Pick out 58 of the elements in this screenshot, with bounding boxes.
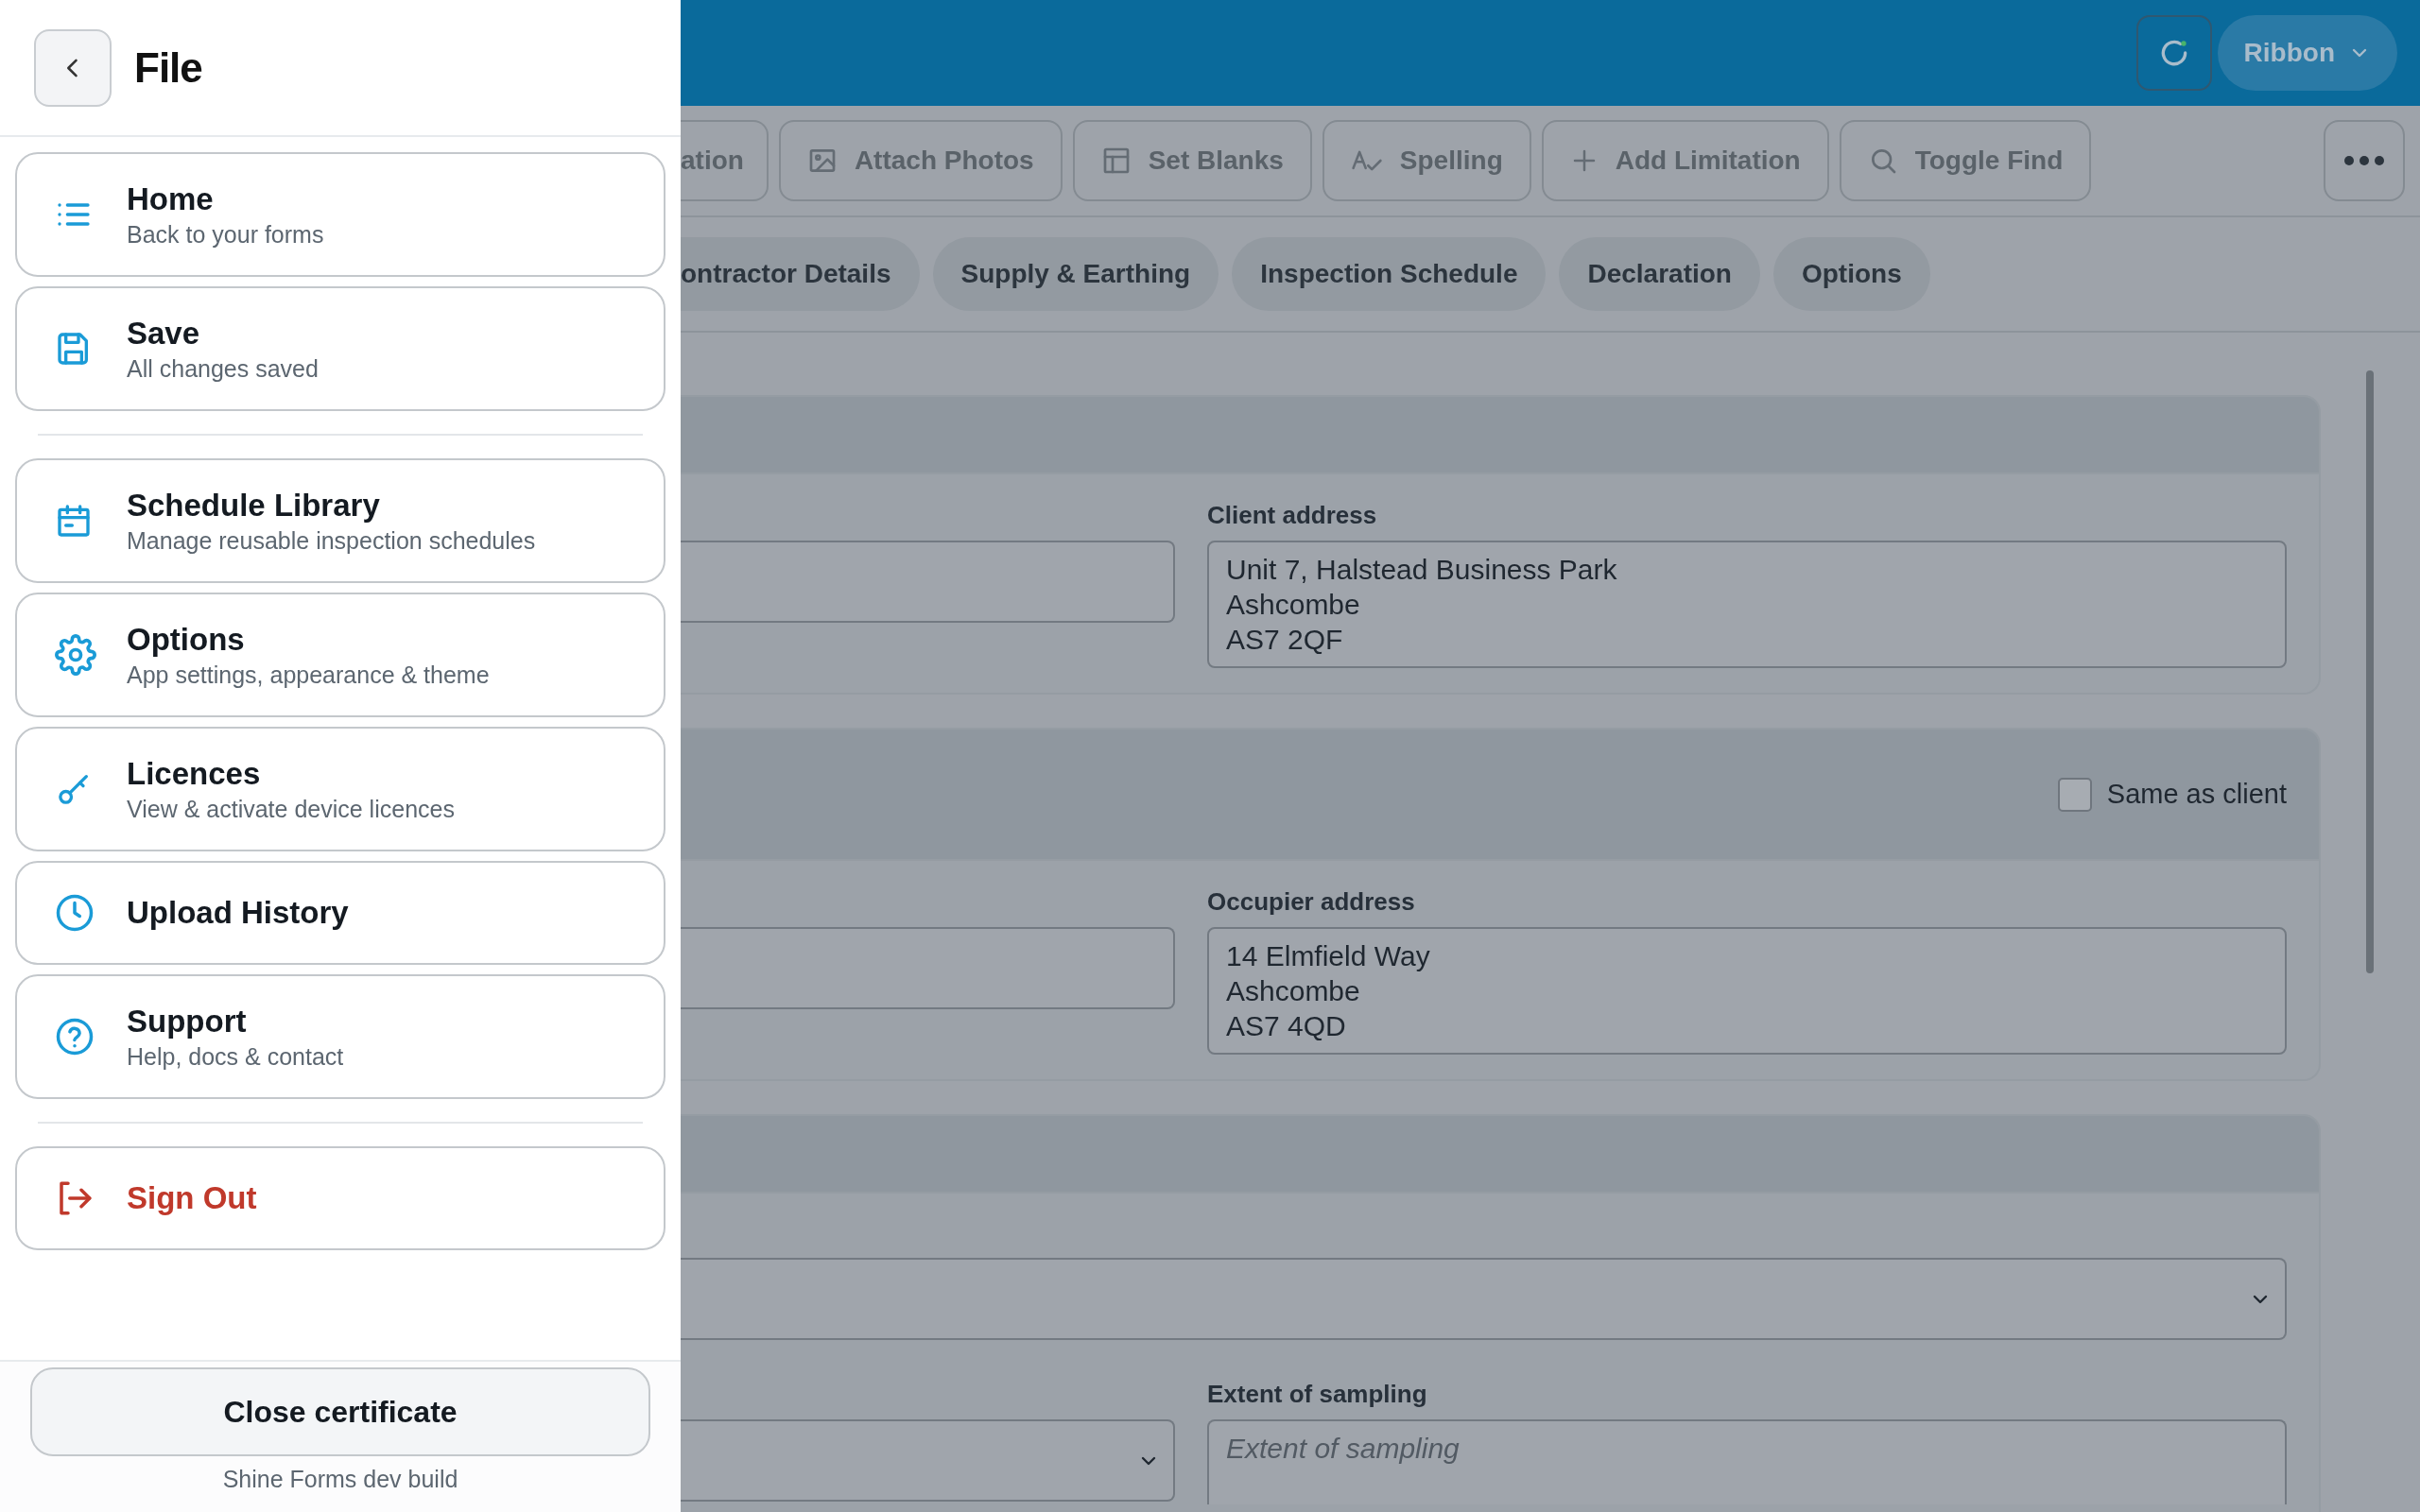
field-label: Occupier address [1207,887,1416,918]
settings-icon [55,634,96,676]
item-title: Schedule Library [127,487,381,524]
toolbar-button[interactable]: ation [681,120,769,201]
text-area[interactable]: Unit 7, Halstead Business Park Ashcombe AS7 2QF [1207,541,2287,668]
menu-item[interactable]: Schedule Library Manage reusable inspection schedules [15,458,666,583]
help-icon [55,1017,95,1057]
section-tab[interactable]: ontractor Details [681,237,920,311]
dropdown[interactable] [681,1419,1175,1502]
item-subtitle: App settings, appearance & theme [127,661,490,689]
section-tab[interactable]: Inspection Schedule [1232,237,1547,311]
item-title: Sign Out [127,1180,257,1216]
calendar-icon [55,502,93,540]
checkbox[interactable] [2057,777,2092,812]
toolbar-button[interactable]: Attach Photos [778,120,1063,201]
menu-item[interactable]: Options App settings, appearance & theme [15,593,666,717]
sync-button[interactable] [2135,15,2212,91]
build-label: Shine Forms dev build [222,1466,458,1493]
menu-item[interactable]: Save All changes saved [15,286,666,411]
section-tab[interactable]: Declaration [1559,237,1760,311]
section-tab[interactable]: Options [1772,237,1930,311]
dropdown[interactable] [681,1258,2287,1340]
item-subtitle: Manage reusable inspection schedules [127,526,536,555]
item-subtitle: Back to your forms [127,220,324,249]
drawer-title: File [134,43,202,92]
scrollbar[interactable] [2366,370,2374,973]
section-tab[interactable]: Supply & Earthing [932,237,1219,311]
toolbar-button[interactable]: Set Blanks [1072,120,1312,201]
field-label: Extent of sampling [1207,1380,1428,1410]
toolbar-button[interactable]: Add Limitation [1541,120,1829,201]
ribbon-dropdown[interactable]: Ribbon [2217,15,2397,91]
item-subtitle: View & activate device licences [127,795,455,823]
item-subtitle: All changes saved [127,354,319,383]
item-title: Licences [127,755,262,792]
menu-item[interactable]: Support Help, docs & contact [15,974,666,1099]
more-icon [2343,155,2385,166]
item-title: Options [127,621,246,658]
close-certificate-button[interactable]: Close certificate [30,1367,650,1456]
text-area[interactable]: 14 Elmfield Way Ashcombe AS7 4QD [1207,927,2287,1055]
menu-item[interactable]: Sign Out [15,1146,666,1250]
text-area[interactable]: Extent of sampling [1207,1419,2287,1504]
item-title: Home [127,180,215,217]
item-title: Support [127,1003,248,1040]
item-title: Upload History [127,895,349,931]
more-button[interactable] [2324,120,2405,201]
toolbar-button[interactable]: Toggle Find [1839,120,2092,201]
clock-icon [55,893,95,933]
menu-item[interactable]: Licences View & activate device licences [15,727,666,851]
toolbar-button[interactable]: Spelling [1322,120,1531,201]
checkbox-label: Same as client [2106,779,2287,810]
menu-item[interactable]: Upload History [15,861,666,965]
field-label: Client address [1207,501,1378,531]
menu-item[interactable]: Home Back to your forms [15,152,666,277]
input-field[interactable] [681,927,1175,1009]
item-subtitle: Help, docs & contact [127,1042,344,1071]
item-title: Save [127,315,201,352]
back-button[interactable] [34,28,112,107]
input-field[interactable] [681,541,1175,623]
